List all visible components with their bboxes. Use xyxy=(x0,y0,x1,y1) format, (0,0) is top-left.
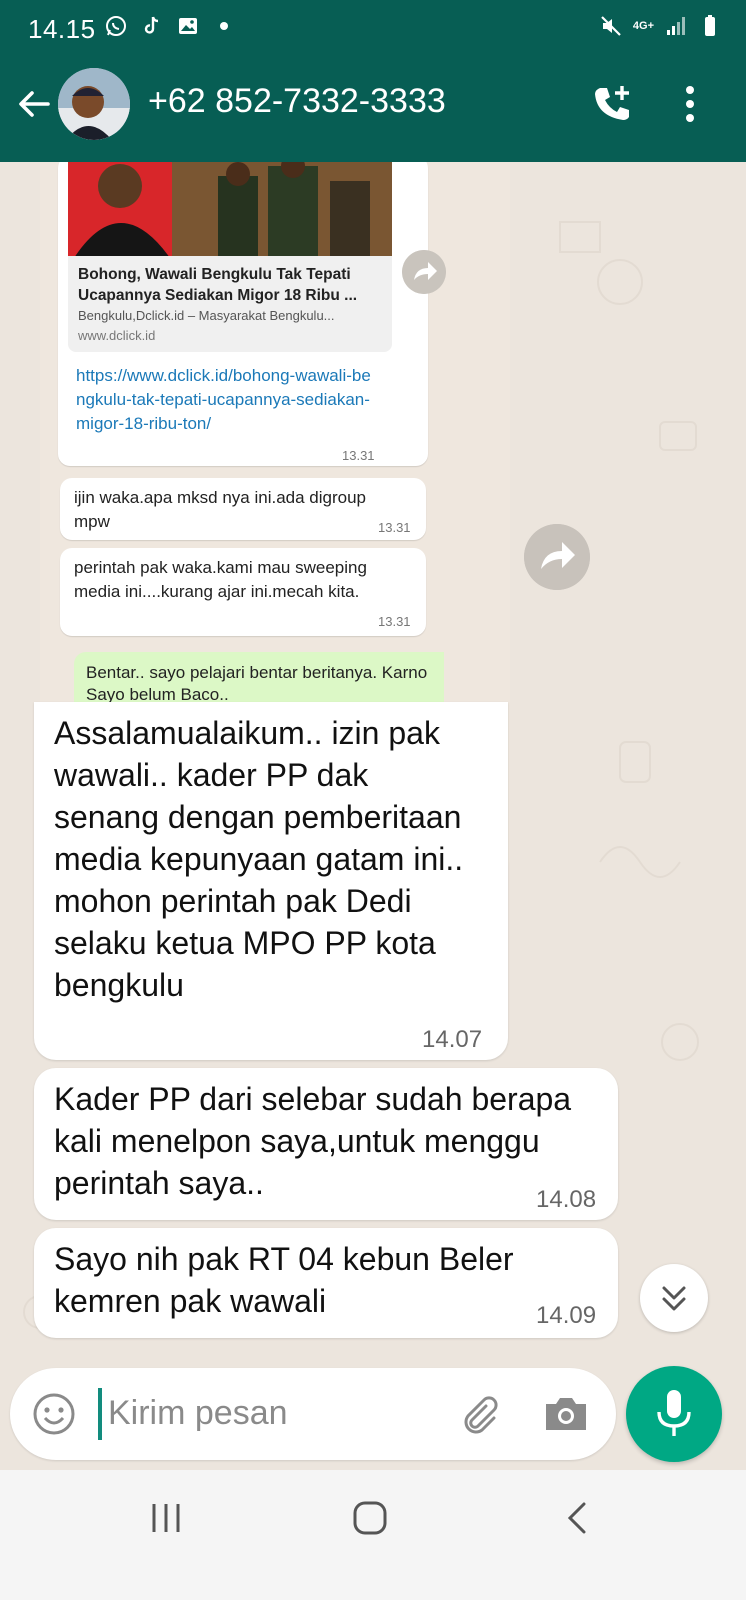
link-preview-image[interactable] xyxy=(68,162,392,258)
more-notifications-dot xyxy=(220,22,228,30)
app-header: 14.15 4G+ +62 852-7332-3333 xyxy=(0,0,746,162)
system-icons: 4G+ xyxy=(599,14,722,38)
tiktok-icon xyxy=(144,16,159,34)
recents-icon[interactable] xyxy=(148,1500,184,1536)
nav-back-icon[interactable] xyxy=(562,1500,590,1536)
forward-icon[interactable] xyxy=(524,524,590,590)
back-arrow-icon[interactable] xyxy=(14,84,54,124)
contact-avatar[interactable] xyxy=(58,68,130,140)
message-text: Kader PP dari selebar sudah berapa kali … xyxy=(54,1081,572,1201)
battery-icon xyxy=(705,15,715,36)
message-time: 13.31 xyxy=(378,520,411,535)
home-icon[interactable] xyxy=(352,1500,388,1536)
text-cursor xyxy=(98,1388,102,1440)
chat-area[interactable]: Bohong, Wawali Bengkulu Tak Tepati Ucapa… xyxy=(0,162,746,1402)
message-time: 14.07 xyxy=(422,1026,483,1053)
avatar-photo xyxy=(58,68,130,140)
message-input[interactable]: Kirim pesan xyxy=(108,1394,288,1433)
whatsapp-icon xyxy=(106,16,126,36)
message-time: 14.08 xyxy=(536,1186,597,1213)
link-preview-description: Bengkulu,Dclick.id – Masyarakat Bengkulu… xyxy=(78,308,335,323)
message-time: 13.31 xyxy=(342,448,375,463)
emoji-icon[interactable] xyxy=(32,1392,76,1436)
scroll-to-bottom-button[interactable] xyxy=(640,1264,708,1332)
message-composer[interactable]: Kirim pesan xyxy=(10,1368,616,1460)
forward-icon[interactable] xyxy=(402,250,446,294)
quoted-message-text: ijin waka.apa mksd nya ini.ada digroup m… xyxy=(74,488,367,531)
system-navigation-bar xyxy=(0,1470,746,1600)
quoted-message-text: perintah pak waka.kami mau sweeping medi… xyxy=(74,558,367,601)
message-text: Assalamualaikum.. izin pak wawali.. kade… xyxy=(54,715,464,1003)
link-preview-title: Bohong, Wawali Bengkulu Tak Tepati Ucapa… xyxy=(78,266,358,304)
status-bar: 14.15 4G+ xyxy=(0,0,746,58)
link-preview-domain: www.dclick.id xyxy=(78,328,156,343)
mic-icon xyxy=(657,1390,691,1436)
mute-icon xyxy=(601,16,621,36)
preview-photo xyxy=(68,162,392,258)
gallery-icon xyxy=(179,18,197,34)
network-type: 4G+ xyxy=(632,19,654,32)
contact-name[interactable]: +62 852-7332-3333 xyxy=(148,82,446,121)
message-text: Sayo nih pak RT 04 kebun Beler kemren pa… xyxy=(54,1241,514,1319)
quoted-reply-text: Bentar.. sayo pelajari bentar beritanya.… xyxy=(86,663,428,702)
message-time: 13.31 xyxy=(378,614,411,629)
status-time: 14.15 xyxy=(28,14,96,44)
more-vert-icon[interactable] xyxy=(682,84,698,124)
chevron-double-down-icon xyxy=(662,1286,686,1311)
voice-message-button[interactable] xyxy=(626,1366,722,1462)
shared-link[interactable]: https://www.dclick.id/bohong-wawali-beng… xyxy=(76,364,376,436)
message-time: 14.09 xyxy=(536,1302,597,1329)
signal-icon xyxy=(667,17,685,35)
attach-icon[interactable] xyxy=(456,1392,500,1436)
add-call-icon[interactable] xyxy=(592,82,636,126)
camera-icon[interactable] xyxy=(542,1392,590,1436)
notification-icons xyxy=(104,14,228,38)
